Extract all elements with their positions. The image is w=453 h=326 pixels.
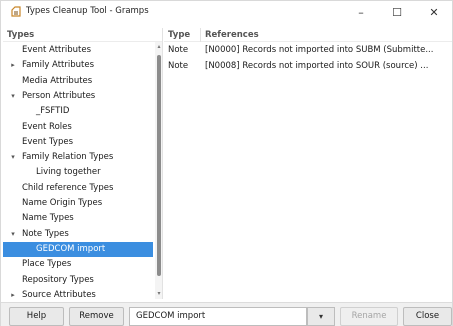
tree-item[interactable]: ▾ Note Types (3, 227, 153, 242)
gramps-app-icon (11, 6, 21, 17)
close-window-button[interactable]: ✕ (416, 1, 452, 23)
tree-item-label: Source Attributes (22, 289, 96, 299)
close-button[interactable]: Close (403, 307, 452, 326)
rename-button[interactable]: Rename (340, 307, 398, 326)
tree-item-label: Note Types (22, 228, 69, 239)
chevron-down-icon[interactable]: ▾ (307, 307, 335, 326)
expanded-arrow-icon[interactable]: ▾ (9, 227, 17, 242)
tree-item[interactable]: ▸ Source Attributes (3, 288, 153, 299)
types-cleanup-window: Types Cleanup Tool - Gramps – ☐ ✕ Types … (0, 0, 453, 326)
tree-item-label: Living together (36, 167, 101, 178)
tree-item-label: Name Origin Types (22, 198, 103, 208)
remove-button[interactable]: Remove (69, 307, 124, 326)
tree-item-label: Event Attributes (22, 45, 92, 55)
tree-item-label: Event Types (22, 136, 74, 147)
tree-item[interactable]: Repository Types (3, 273, 153, 288)
column-divider[interactable] (200, 28, 201, 42)
tree-item-label: Person Attributes (22, 90, 96, 101)
references-list: Type References Note [N0000] Records not … (164, 28, 452, 299)
scroll-down-icon[interactable]: ▾ (155, 289, 162, 299)
tree-item-label: Event Roles (22, 121, 72, 132)
tree-item-label: Family Relation Types (22, 152, 114, 163)
tree-item[interactable]: Living together (3, 165, 153, 180)
reference-row[interactable]: Note [N0008] Records not imported into SO… (164, 59, 452, 74)
types-column-header[interactable]: Types (3, 28, 162, 42)
action-bar: Help Remove GEDCOM import ▾ Rename Close (1, 302, 452, 326)
tree-scrollbar[interactable]: ▴ ▾ (155, 42, 162, 299)
reference-row[interactable]: Note [N0000] Records not imported into SU… (164, 43, 452, 58)
window-title: Types Cleanup Tool - Gramps (26, 6, 149, 16)
tree-item[interactable]: Child reference Types (3, 181, 153, 196)
tree-item[interactable]: Name Origin Types (3, 196, 153, 211)
type-name-input[interactable]: GEDCOM import (129, 307, 307, 326)
tree-item[interactable]: Event Roles (3, 120, 153, 135)
maximize-button[interactable]: ☐ (379, 1, 415, 23)
types-tree: Types Event Attributes ▸ Family Attributes… (3, 28, 163, 299)
tree-item[interactable]: _FSFTID (3, 104, 153, 119)
tree-item-label: _FSFTID (36, 106, 70, 117)
reference-text: [N0008] Records not imported into SOUR (… (205, 60, 429, 71)
references-column-header[interactable]: References (205, 28, 259, 42)
tree-item-label: Child reference Types (22, 182, 114, 193)
reference-type: Note (168, 45, 189, 55)
title-bar: Types Cleanup Tool - Gramps – ☐ ✕ (1, 1, 452, 23)
scroll-up-icon[interactable]: ▴ (155, 42, 162, 52)
tree-item[interactable]: GEDCOM import (3, 241, 153, 257)
reference-text: [N0000] Records not imported into SUBM (… (205, 45, 434, 55)
tree-item[interactable]: Event Types (3, 135, 153, 150)
tree-item[interactable]: Event Attributes (3, 43, 153, 58)
help-button[interactable]: Help (9, 307, 64, 326)
tree-item[interactable]: ▸ Family Attributes (3, 58, 153, 73)
tree-item-label: Name Types (22, 213, 74, 224)
scrollbar-thumb[interactable] (157, 55, 161, 276)
minimize-button[interactable]: – (343, 1, 379, 23)
references-list-header: Type References (164, 28, 452, 42)
type-column-header[interactable]: Type (168, 28, 190, 42)
tree-item[interactable]: ▾ Person Attributes (3, 89, 153, 104)
collapsed-arrow-icon[interactable]: ▸ (9, 288, 17, 299)
tree-item[interactable]: ▾ Family Relation Types (3, 150, 153, 165)
tree-item-label: GEDCOM import (36, 243, 106, 254)
tree-item-label: Place Types (22, 259, 72, 270)
tree-item-label: Repository Types (22, 274, 94, 285)
tree-item[interactable]: Media Attributes (3, 74, 153, 89)
expanded-arrow-icon[interactable]: ▾ (9, 150, 17, 165)
expanded-arrow-icon[interactable]: ▾ (9, 89, 17, 104)
collapsed-arrow-icon[interactable]: ▸ (9, 58, 17, 73)
tree-item[interactable]: Name Types (3, 211, 153, 226)
tree-item[interactable]: Place Types (3, 257, 153, 272)
tree-item-label: Media Attributes (22, 75, 93, 86)
reference-type: Note (168, 60, 189, 71)
tree-item-label: Family Attributes (22, 60, 95, 71)
